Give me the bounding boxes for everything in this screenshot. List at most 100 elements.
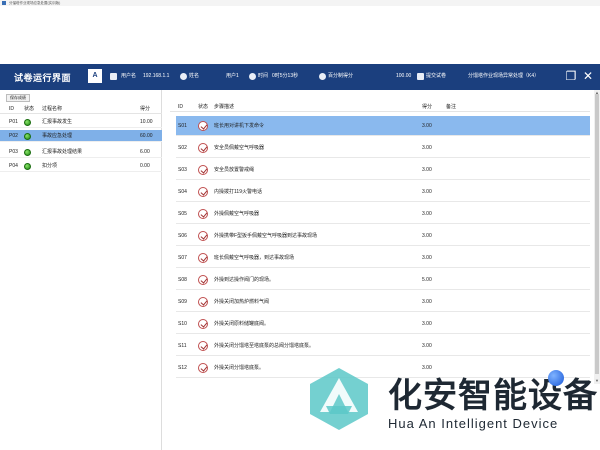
step-score: 3.00: [422, 211, 432, 217]
status-ok-icon: [24, 149, 31, 156]
vertical-scrollbar[interactable]: ▲ ▼: [594, 90, 600, 384]
scroll-thumb[interactable]: [595, 94, 599, 374]
step-score: 3.00: [422, 145, 432, 151]
name-value: 用户1: [226, 73, 239, 79]
process-row[interactable]: P03 汇报事故处理结果 6.00: [0, 146, 162, 158]
col-note: 备注: [446, 104, 457, 110]
app-header: 试卷运行界面 A 用户名 192.168.1.1 姓名 用户1 时间 0时5分1…: [0, 64, 600, 90]
step-id: S01: [178, 123, 187, 129]
course-title: 分馏塔作业现场异常处理（K4）: [468, 73, 540, 79]
step-desc: 外操佩戴空气呼吸器: [214, 211, 260, 217]
os-window-title: 分馏塔作业现场应急处置(实训版): [9, 1, 61, 5]
step-id: S08: [178, 277, 187, 283]
step-desc: 安全员放置警戒绳: [214, 167, 255, 173]
step-score: 3.00: [422, 123, 432, 129]
step-row[interactable]: S08 外操到达操作阀门的现场。 5.00: [176, 270, 590, 290]
submit-exam-button[interactable]: 提交试卷: [426, 73, 446, 80]
col-name: 过程名称: [42, 106, 63, 112]
step-row[interactable]: S07 班长佩戴空气呼吸器，到达事故现场 3.00: [176, 248, 590, 268]
process-name: 扣分项: [42, 163, 58, 169]
check-circle-icon: [198, 253, 208, 263]
process-row[interactable]: P01 汇报事故发生 10.00: [0, 116, 162, 128]
step-score: 3.00: [422, 255, 432, 261]
status-ok-icon: [24, 163, 31, 170]
step-score: 3.00: [422, 321, 432, 327]
step-id: S07: [178, 255, 187, 261]
save-score-button[interactable]: 保存成绩: [6, 94, 30, 102]
step-row[interactable]: S11 外操关闭分馏塔至塔底泵的总阀分馏塔底泵。 3.00: [176, 336, 590, 356]
watermark-english: Hua An Intelligent Device: [388, 416, 559, 431]
check-circle-icon: [198, 143, 208, 153]
process-name: 事故应急处理: [42, 133, 73, 139]
step-score: 5.00: [422, 277, 432, 283]
user-value: 192.168.1.1: [143, 73, 170, 79]
check-circle-icon: [198, 187, 208, 197]
step-desc: 外操关闭加热炉燃料气阀: [214, 299, 270, 305]
col-desc: 步骤描述: [214, 104, 235, 110]
step-id: S09: [178, 299, 187, 305]
step-desc: 外操到达操作阀门的现场。: [214, 277, 275, 283]
person-icon: [180, 73, 187, 80]
time-label: 时间: [258, 73, 269, 79]
process-panel: 保存成绩 ID 状态 过程名称 得分 P01 汇报事故发生 10.00 P02 …: [0, 90, 162, 450]
user-label: 用户名: [121, 73, 137, 79]
step-id: S03: [178, 167, 187, 173]
check-circle-icon: [198, 231, 208, 241]
process-name: 汇报事故发生: [42, 119, 73, 125]
process-row[interactable]: P02 事故应急处理 60.00: [0, 130, 162, 142]
step-desc: 外操关闭分馏塔底泵。: [214, 365, 265, 371]
score-value: 100.00: [396, 73, 412, 79]
name-label: 姓名: [189, 73, 200, 79]
step-row[interactable]: S02 安全员佩戴空气呼吸器 3.00: [176, 138, 590, 158]
process-id: P02: [9, 133, 18, 139]
step-desc: 班长用对讲机下发命令: [214, 123, 265, 129]
check-circle-icon: [198, 341, 208, 351]
step-row[interactable]: S04 内操拨打119火警电话 3.00: [176, 182, 590, 202]
score-label: 百分制得分: [328, 73, 354, 79]
step-row[interactable]: S09 外操关闭加热炉燃料气阀 3.00: [176, 292, 590, 312]
submit-icon[interactable]: [417, 73, 424, 80]
step-id: S04: [178, 189, 187, 195]
process-score: 0.00: [140, 163, 150, 169]
floating-ball-icon[interactable]: [548, 370, 564, 386]
step-desc: 外操关闭分馏塔至塔底泵的总阀分馏塔底泵。: [214, 343, 315, 349]
app-icon: [2, 1, 6, 5]
check-circle-icon: [198, 319, 208, 329]
step-score: 3.00: [422, 343, 432, 349]
col-status: 状态: [198, 104, 209, 110]
step-score: 3.00: [422, 233, 432, 239]
step-table-header: ID 状态 步骤描述 得分 备注: [170, 102, 590, 112]
check-circle-icon: [198, 121, 208, 131]
col-id: ID: [9, 106, 14, 112]
check-circle-icon: [198, 275, 208, 285]
status-ok-icon: [24, 133, 31, 140]
step-desc: 班长佩戴空气呼吸器，到达事故现场: [214, 255, 295, 261]
step-desc: 内操拨打119火警电话: [214, 189, 262, 195]
watermark-chinese: 化安智能设备: [388, 377, 598, 415]
close-icon[interactable]: ✕: [582, 70, 594, 82]
step-score: 3.00: [422, 167, 432, 173]
restore-window-icon[interactable]: ❐: [565, 70, 577, 82]
col-score: 得分: [140, 106, 151, 112]
process-name: 汇报事故处理结果: [42, 149, 83, 155]
step-row[interactable]: S06 外操携带F型扳手佩戴空气呼吸器到达事故现场 3.00: [176, 226, 590, 246]
step-row[interactable]: S03 安全员放置警戒绳 3.00: [176, 160, 590, 180]
page-title: 试卷运行界面: [14, 73, 72, 83]
step-row[interactable]: S10 外操关闭原料储罐底阀。 3.00: [176, 314, 590, 334]
step-id: S10: [178, 321, 187, 327]
step-row[interactable]: S01 班长用对讲机下发命令 3.00: [176, 116, 590, 136]
process-row[interactable]: P04 扣分项 0.00: [0, 160, 162, 172]
step-id: S11: [178, 343, 187, 349]
process-table-header: ID 状态 过程名称 得分: [0, 104, 162, 114]
process-id: P01: [9, 119, 18, 125]
step-desc: 安全员佩戴空气呼吸器: [214, 145, 265, 151]
check-circle-icon: [198, 363, 208, 373]
os-titlebar: 分馏塔作业现场应急处置(实训版): [0, 0, 600, 6]
step-row[interactable]: S05 外操佩戴空气呼吸器 3.00: [176, 204, 590, 224]
step-score: 3.00: [422, 189, 432, 195]
status-ok-icon: [24, 119, 31, 126]
step-id: S05: [178, 211, 187, 217]
brand-logo: A: [88, 69, 102, 83]
step-id: S02: [178, 145, 187, 151]
col-status: 状态: [24, 106, 35, 112]
